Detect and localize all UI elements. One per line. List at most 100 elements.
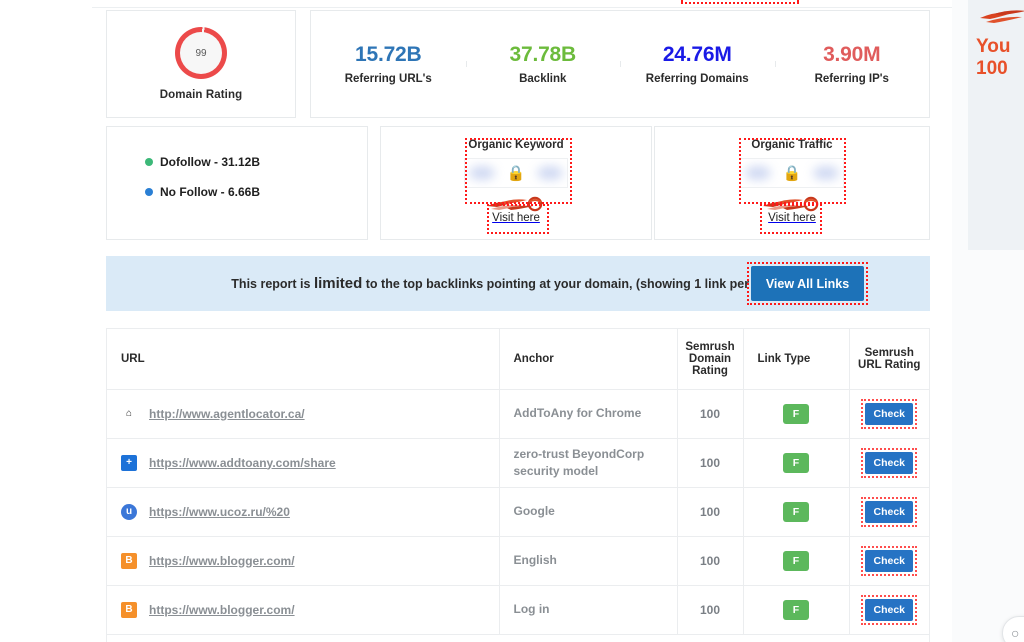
header-line: Semrush	[684, 341, 737, 353]
stat-value: 37.78B	[470, 43, 617, 67]
left-gutter	[0, 0, 92, 642]
organic-traffic-title: Organic Traffic	[751, 139, 832, 151]
cell-anchor: Log in	[499, 585, 677, 634]
domain-rating-value: 100	[700, 554, 720, 568]
check-button-annotation	[861, 595, 917, 625]
check-button-annotation	[861, 497, 917, 527]
stat-backlink: 37.78B Backlink	[466, 43, 621, 84]
cell-domain-rating: 100	[677, 487, 743, 536]
domain-rating-card: 99 Domain Rating	[106, 10, 296, 118]
stats-card: 15.72B Referring URL's 37.78B Backlink 2…	[310, 10, 930, 118]
cell-url-rating: Check	[849, 438, 929, 487]
column-header-url[interactable]: URL	[107, 329, 499, 389]
table-row: uhttps://www.ucoz.ru/%20Google100FCheck	[107, 487, 929, 536]
column-header-semrush-domain-rating[interactable]: Semrush Domain Rating	[677, 329, 743, 389]
column-header-semrush-url-rating[interactable]: Semrush URL Rating	[849, 329, 929, 389]
cell-url-rating: Check	[849, 536, 929, 585]
blogger-icon: B	[121, 602, 137, 618]
cell-link-type: F	[743, 536, 849, 585]
nofollow-row: No Follow - 6.66B	[145, 185, 367, 199]
header-line: Semrush	[856, 347, 924, 359]
page-root: 99 Domain Rating 15.72B Referring URL's …	[0, 0, 1024, 642]
organic-keyword-visit-link[interactable]: Visit here	[483, 196, 549, 224]
dofollow-row: Dofollow - 31.12B	[145, 155, 367, 169]
top-divider	[92, 7, 952, 8]
stat-referring-ips: 3.90M Referring IP's	[775, 43, 930, 84]
column-header-link-type[interactable]: Link Type	[743, 329, 849, 389]
link-type-badge: F	[783, 600, 809, 620]
stat-value: 24.76M	[624, 43, 771, 67]
cell-url: ⌂ http://www.agentlocator.ca/	[107, 389, 499, 438]
url-link[interactable]: https://www.ucoz.ru/%20	[149, 505, 290, 519]
home-icon: ⌂	[121, 406, 137, 422]
domain-rating-gauge: 99	[175, 27, 227, 79]
notice-emphasis: limited	[314, 275, 362, 292]
organic-keyword-card: Organic Keyword 🔒 Visit here	[380, 126, 652, 240]
organic-traffic-visit-link[interactable]: Visit here	[759, 196, 825, 224]
visit-here-label: Visit here	[492, 212, 540, 224]
flame-comet-icon	[978, 6, 1024, 26]
stat-value: 3.90M	[779, 43, 926, 67]
stat-value: 15.72B	[315, 43, 462, 67]
cell-url: + https://www.addtoany.com/share	[107, 438, 499, 487]
column-header-anchor[interactable]: Anchor	[499, 329, 677, 389]
cell-link-type: F	[743, 438, 849, 487]
domain-rating-value: 100	[700, 407, 720, 421]
organic-keyword-locked-value: 🔒	[464, 158, 568, 188]
view-all-links-button[interactable]: View All Links	[751, 266, 864, 301]
promo-line-2: 100	[976, 58, 1008, 80]
header-line: Rating	[684, 365, 737, 377]
anchor-text: English	[514, 553, 557, 567]
header-line: URL Rating	[856, 359, 924, 371]
promo-line-1: You	[976, 36, 1010, 58]
visit-here-label: Visit here	[768, 212, 816, 224]
table-row: Bhttps://www.blogger.com/English 100 F Chec…	[107, 536, 929, 585]
cell-anchor: AddToAny for Chrome	[499, 389, 677, 438]
cell-url: u https://www.ucoz.ru/%20	[107, 487, 499, 536]
cell-domain-rating: 100	[677, 536, 743, 585]
table-row: + https://www.addtoany.com/share zero-trus…	[107, 438, 929, 487]
url-link[interactable]: http://www.agentlocator.ca/	[149, 407, 305, 421]
flame-comet-icon	[485, 196, 547, 213]
organic-traffic-card: Organic Traffic 🔒 Visit here	[654, 126, 930, 240]
chat-icon: ○	[1011, 625, 1019, 641]
plus-icon: +	[121, 455, 137, 471]
domain-rating-value: 100	[700, 456, 720, 470]
notice-text: This report is limited to the top backli…	[231, 275, 804, 292]
url-link[interactable]: https://www.blogger.com/	[149, 603, 295, 617]
cell-link-type: F	[743, 389, 849, 438]
table-row: ⌂ http://www.agentlocator.ca/AddToAny for…	[107, 389, 929, 438]
cell-url: Bhttps://www.blogger.com/	[107, 536, 499, 585]
stat-label: Backlink	[470, 73, 617, 85]
domain-rating-value: 100	[700, 505, 720, 519]
url-link[interactable]: https://www.blogger.com/	[149, 554, 295, 568]
notice-text-after: to the top backlinks pointing at your do…	[362, 277, 804, 291]
cell-domain-rating: 100	[677, 585, 743, 634]
cell-url-rating: Check	[849, 389, 929, 438]
url-link[interactable]: https://www.addtoany.com/share	[149, 456, 336, 470]
link-type-badge: F	[783, 551, 809, 571]
side-promo-panel[interactable]: You 100	[968, 0, 1024, 250]
cell-anchor: zero-trust BeyondCorp security model	[499, 438, 677, 487]
anchor-text: zero-trust BeyondCorp security model	[514, 447, 645, 477]
link-type-badge: F	[783, 404, 809, 424]
cell-url: Bhttps://www.blogger.com/	[107, 585, 499, 634]
check-button-annotation	[861, 546, 917, 576]
organic-traffic-locked-value: 🔒	[740, 158, 844, 188]
cell-link-type: F	[743, 487, 849, 536]
anchor-text: AddToAny for Chrome	[514, 406, 642, 420]
cell-url-rating: Check	[849, 585, 929, 634]
cell-anchor: English	[499, 536, 677, 585]
anchor-text: Google	[514, 504, 555, 518]
domain-rating-label: Domain Rating	[160, 89, 242, 101]
link-type-badge: F	[783, 453, 809, 473]
ucoz-icon: u	[121, 504, 137, 520]
link-type-badge: F	[783, 502, 809, 522]
nofollow-dot-icon	[145, 188, 153, 196]
organic-keyword-title: Organic Keyword	[468, 139, 563, 151]
domain-rating-value: 100	[700, 603, 720, 617]
header-line: Domain	[684, 353, 737, 365]
blogger-icon: B	[121, 553, 137, 569]
nofollow-label: No Follow - 6.66B	[160, 185, 260, 199]
stat-label: Referring Domains	[624, 73, 771, 85]
